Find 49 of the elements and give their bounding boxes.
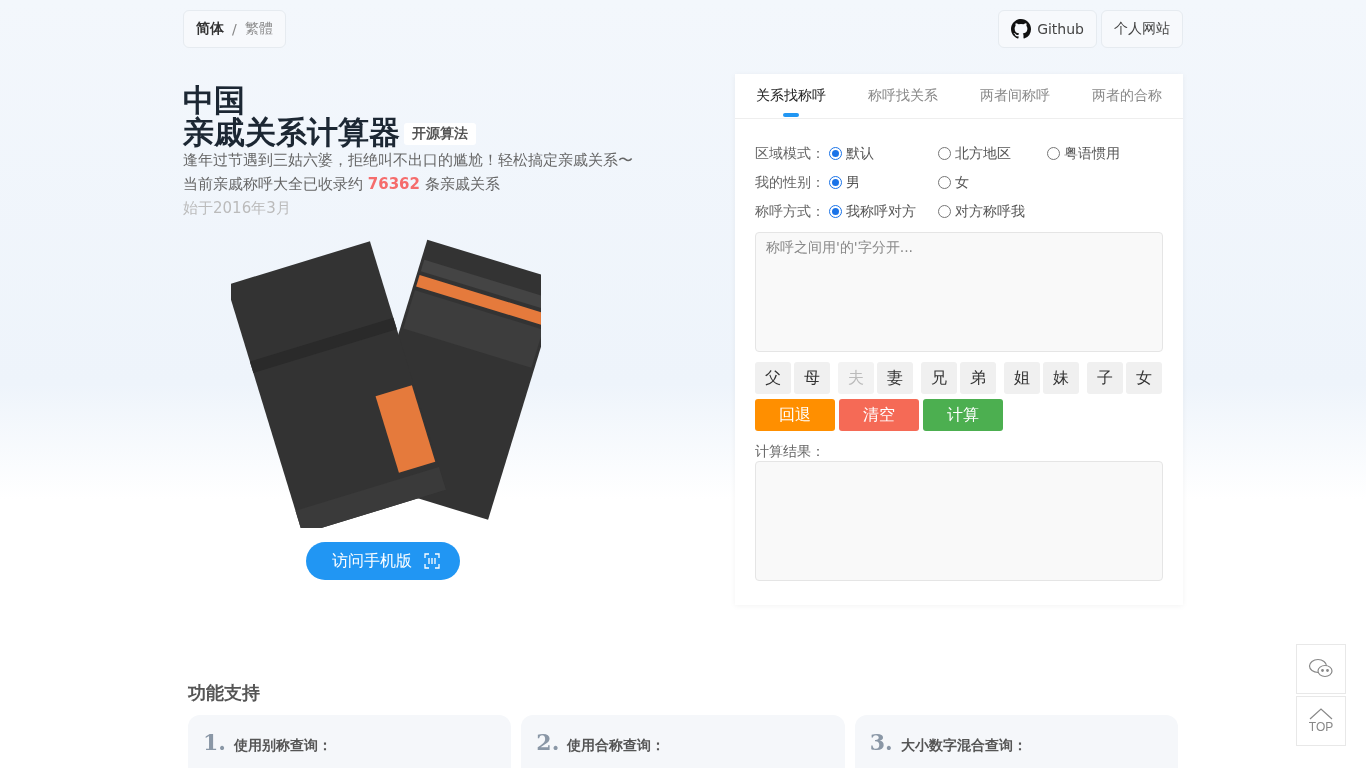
chevron-up-icon (1309, 708, 1333, 720)
feature-number: 1. (203, 729, 226, 755)
open-source-badge: 开源算法 (404, 123, 476, 145)
chat-bubbles-icon (1308, 658, 1334, 680)
scan-icon (424, 553, 440, 569)
relation-key[interactable]: 母 (794, 362, 830, 394)
radio-label[interactable]: 女 (955, 173, 969, 192)
separator: / (232, 21, 237, 37)
option-label: 区域模式： (755, 144, 826, 163)
title-line: 亲戚关系计算器 (183, 116, 400, 148)
feature-title: 大小数字混合查询： (900, 737, 1027, 755)
radio-label[interactable]: 北方地区 (955, 144, 1011, 163)
option-label: 我的性别： (755, 173, 826, 192)
relation-key[interactable]: 弟 (960, 362, 996, 394)
radio-label[interactable]: 我称呼对方 (846, 202, 916, 221)
feature-number: 3. (869, 729, 893, 755)
tab[interactable]: 两者间称呼 (980, 74, 1050, 118)
tab[interactable]: 称呼找关系 (868, 74, 938, 118)
relation-key[interactable]: 姐 (1004, 362, 1040, 394)
tab[interactable]: 关系找称呼 (756, 74, 826, 118)
relation-key[interactable]: 子 (1087, 362, 1123, 394)
title-line: 中国 (183, 84, 245, 116)
count-text: 当前亲戚称呼大全已收录约 76362 条亲戚关系 (183, 174, 501, 195)
tab[interactable]: 两者的合称 (1092, 74, 1162, 118)
feature-number: 2. (536, 729, 560, 755)
feature-title: 使用合称查询： (567, 737, 666, 755)
back-to-top-button[interactable]: TOP (1296, 696, 1346, 746)
radio-label[interactable]: 默认 (846, 144, 874, 163)
website-link[interactable]: 个人网站 (1101, 10, 1183, 48)
option-label: 称呼方式： (755, 202, 826, 221)
radio-label[interactable]: 男 (846, 173, 860, 192)
radio-label[interactable]: 粤语惯用 (1064, 144, 1120, 163)
relation-key[interactable]: 父 (755, 362, 791, 394)
since-text: 始于2016年3月 (183, 198, 292, 219)
feature-title: 使用别称查询： (233, 737, 332, 755)
section-title: 功能支持 (188, 681, 261, 705)
slogan: 逢年过节遇到三姑六婆，拒绝叫不出口的尴尬！轻松搞定亲戚关系〜 (183, 150, 634, 171)
relation-key[interactable]: 兄 (921, 362, 957, 394)
github-icon (1011, 19, 1032, 39)
result-label: 计算结果： (755, 443, 826, 461)
wechat-button[interactable] (1296, 644, 1346, 694)
relation-key[interactable]: 妻 (877, 362, 913, 394)
language-link[interactable]: 简体 (196, 20, 224, 38)
relation-key[interactable]: 女 (1126, 362, 1162, 394)
relation-key[interactable]: 妹 (1043, 362, 1079, 394)
radio-label[interactable]: 对方称呼我 (955, 202, 1025, 221)
github-link[interactable]: Github (998, 10, 1097, 48)
language-link[interactable]: 繁體 (244, 20, 273, 38)
input-field[interactable]: 称呼之间用'的'字分开... (755, 232, 1163, 352)
